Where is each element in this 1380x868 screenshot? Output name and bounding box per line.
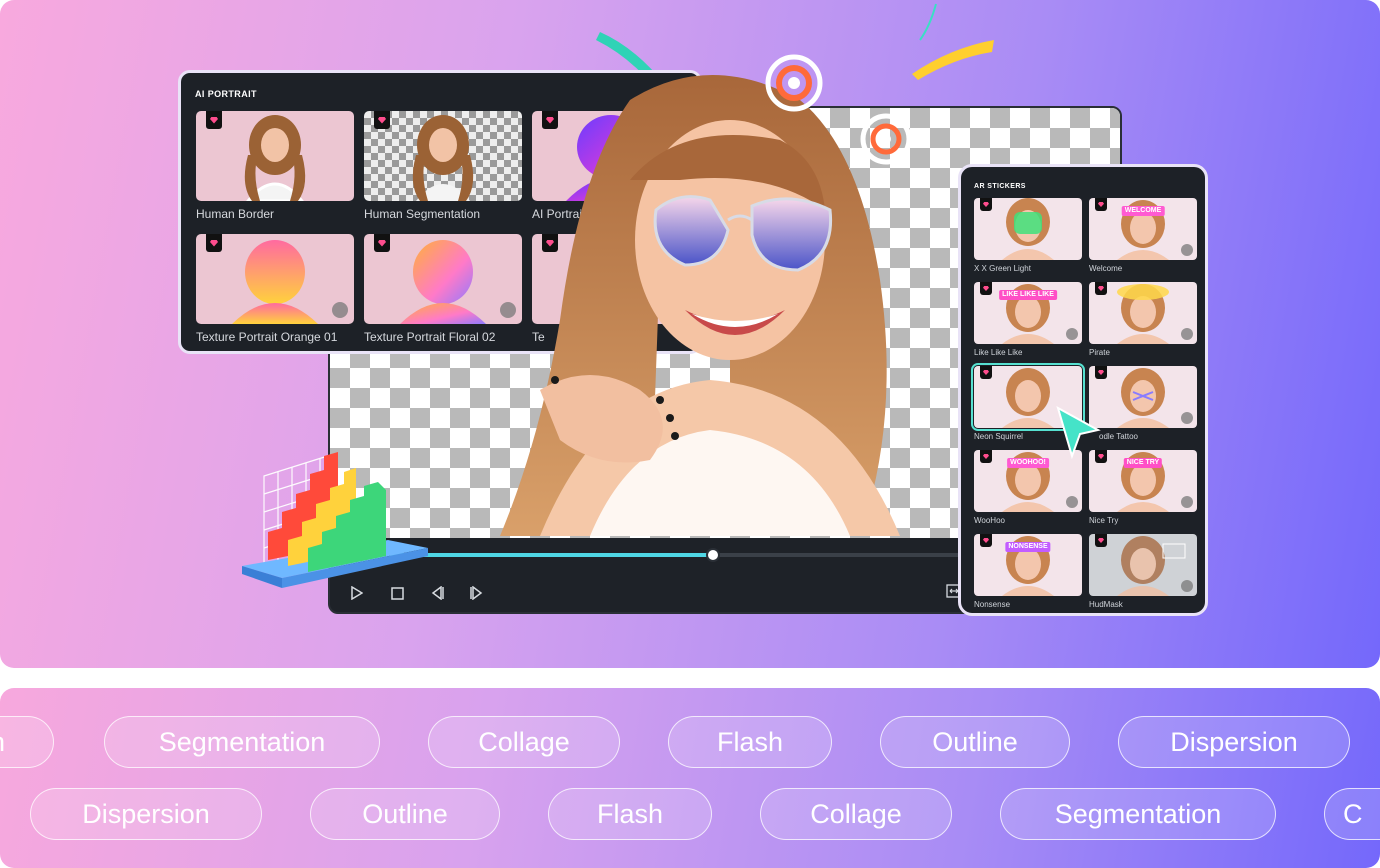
sticker-card-hudmask[interactable]: HudMask (1089, 534, 1197, 612)
tag-pill[interactable]: Outline (310, 788, 500, 840)
sticker-label: Like Like Like (974, 348, 1023, 357)
tag-label: Collage (478, 726, 570, 757)
premium-icon (374, 111, 390, 129)
sticker-label: Nice Try (1089, 516, 1119, 525)
tag-pill[interactable]: Outline (880, 716, 1070, 768)
tag-label: Flash (596, 798, 664, 829)
timeline-playhead[interactable] (705, 548, 720, 562)
pointer-cursor-icon (1056, 405, 1101, 460)
sticker-label: X X Green Light (974, 264, 1031, 273)
feature-tag-strip: n Segmentation Collage Flash Outline Dis… (0, 688, 1380, 868)
download-icon[interactable] (1181, 412, 1193, 424)
sticker-label: Nonsense (974, 600, 1011, 609)
sticker-label: WooHoo (974, 516, 1005, 525)
download-icon[interactable] (1181, 244, 1193, 256)
tag-label: Outline (362, 798, 448, 829)
premium-icon (980, 282, 992, 295)
premium-icon (206, 234, 222, 252)
hero-banner: AI PORTRAIT Human Border Human Segmentat… (0, 0, 1380, 668)
prev-frame-icon[interactable] (428, 584, 446, 602)
tag-pill[interactable]: Collage (428, 716, 620, 768)
swirl-sticker-icon (765, 54, 823, 112)
tag-label: Outline (932, 726, 1018, 757)
effect-label: Texture Portrait Orange 01 (196, 330, 338, 344)
sticker-card-nonsense[interactable]: NONSENSE Nonsense (974, 534, 1082, 612)
premium-icon (1095, 282, 1107, 295)
effect-thumbnail (196, 234, 354, 324)
sticker-label: Welcome (1089, 264, 1123, 273)
tag-pill[interactable]: Segmentation (1000, 788, 1276, 840)
sticker-overlay-text: NICE TRY (1123, 458, 1163, 468)
swirl-sticker-icon (860, 113, 912, 165)
tag-label: n (0, 727, 5, 758)
sticker-thumbnail: NONSENSE (974, 534, 1082, 596)
ar-stickers-title: AR STICKERS (974, 183, 1026, 190)
tag-pill[interactable]: n (0, 716, 54, 768)
premium-icon (374, 234, 390, 252)
sticker-card-welcome[interactable]: WELCOME Welcome (1089, 198, 1197, 276)
sticker-card-green-light[interactable]: X X Green Light (974, 198, 1082, 276)
sticker-overlay-text: WOOHOO! (1007, 458, 1049, 468)
ai-portrait-title: AI PORTRAIT (195, 89, 257, 99)
tag-pill[interactable]: Segmentation (104, 716, 380, 768)
sticker-card-woohoo[interactable]: WOOHOO! WooHoo (974, 450, 1082, 528)
chart-decoration-icon (242, 452, 428, 588)
sticker-card-like-like-like[interactable]: LIKE LIKE LIKE Like Like Like (974, 282, 1082, 360)
premium-icon (1095, 366, 1107, 379)
download-icon[interactable] (1181, 328, 1193, 340)
effect-card-human-border[interactable]: Human Border (196, 111, 354, 221)
tag-pill[interactable]: C (1324, 788, 1380, 840)
sticker-card-pirate[interactable]: Pirate (1089, 282, 1197, 360)
sticker-thumbnail: NICE TRY (1089, 450, 1197, 512)
effect-card-texture-orange[interactable]: Texture Portrait Orange 01 (196, 234, 354, 344)
tag-label: Dispersion (82, 798, 210, 829)
next-frame-icon[interactable] (468, 584, 486, 602)
tag-label: Segmentation (1054, 798, 1222, 829)
download-icon[interactable] (1181, 580, 1193, 592)
sticker-overlay-text: WELCOME (1121, 206, 1165, 216)
effect-label: Human Border (196, 207, 275, 221)
sticker-thumbnail (1089, 366, 1197, 428)
tag-pill[interactable]: Collage (760, 788, 952, 840)
sticker-thumbnail (1089, 534, 1197, 596)
sticker-thumbnail: WELCOME (1089, 198, 1197, 260)
tag-label: Collage (810, 798, 902, 829)
sticker-overlay-text: LIKE LIKE LIKE (999, 290, 1057, 300)
download-icon[interactable] (1066, 328, 1078, 340)
tag-pill[interactable]: Dispersion (30, 788, 262, 840)
premium-icon (1095, 534, 1107, 547)
effect-thumbnail (196, 111, 354, 201)
sticker-label: HudMask (1089, 600, 1123, 609)
tag-pill[interactable]: Flash (668, 716, 832, 768)
download-icon[interactable] (1181, 496, 1193, 508)
sticker-thumbnail: LIKE LIKE LIKE (974, 282, 1082, 344)
premium-icon (1095, 198, 1107, 211)
download-icon[interactable] (332, 302, 348, 318)
tag-pill[interactable]: Dispersion (1118, 716, 1350, 768)
tag-label: Segmentation (158, 726, 326, 757)
tag-pill[interactable]: Flash (548, 788, 712, 840)
sticker-thumbnail (1089, 282, 1197, 344)
premium-icon (980, 198, 992, 211)
sticker-card-doodle-tattoo[interactable]: odle Tattoo (1089, 366, 1197, 444)
premium-icon (980, 366, 992, 379)
premium-icon (980, 450, 992, 463)
hero-portrait-image (500, 75, 900, 536)
sticker-thumbnail (974, 198, 1082, 260)
premium-icon (980, 534, 992, 547)
tag-label: Dispersion (1170, 726, 1298, 757)
tag-label: Flash (716, 726, 784, 757)
tag-label: C (1343, 798, 1363, 829)
premium-icon (206, 111, 222, 129)
confetti-yellow (912, 40, 994, 80)
sticker-label: odle Tattoo (1099, 432, 1138, 441)
sticker-overlay-text: NONSENSE (1005, 542, 1051, 552)
confetti-line (919, 3, 937, 41)
sticker-card-nice-try[interactable]: NICE TRY Nice Try (1089, 450, 1197, 528)
download-icon[interactable] (1066, 496, 1078, 508)
ar-stickers-panel: AR STICKERS X X Green Light WELCOME Welco… (958, 164, 1208, 616)
sticker-label: Pirate (1089, 348, 1110, 357)
timeline-progress (390, 553, 713, 557)
